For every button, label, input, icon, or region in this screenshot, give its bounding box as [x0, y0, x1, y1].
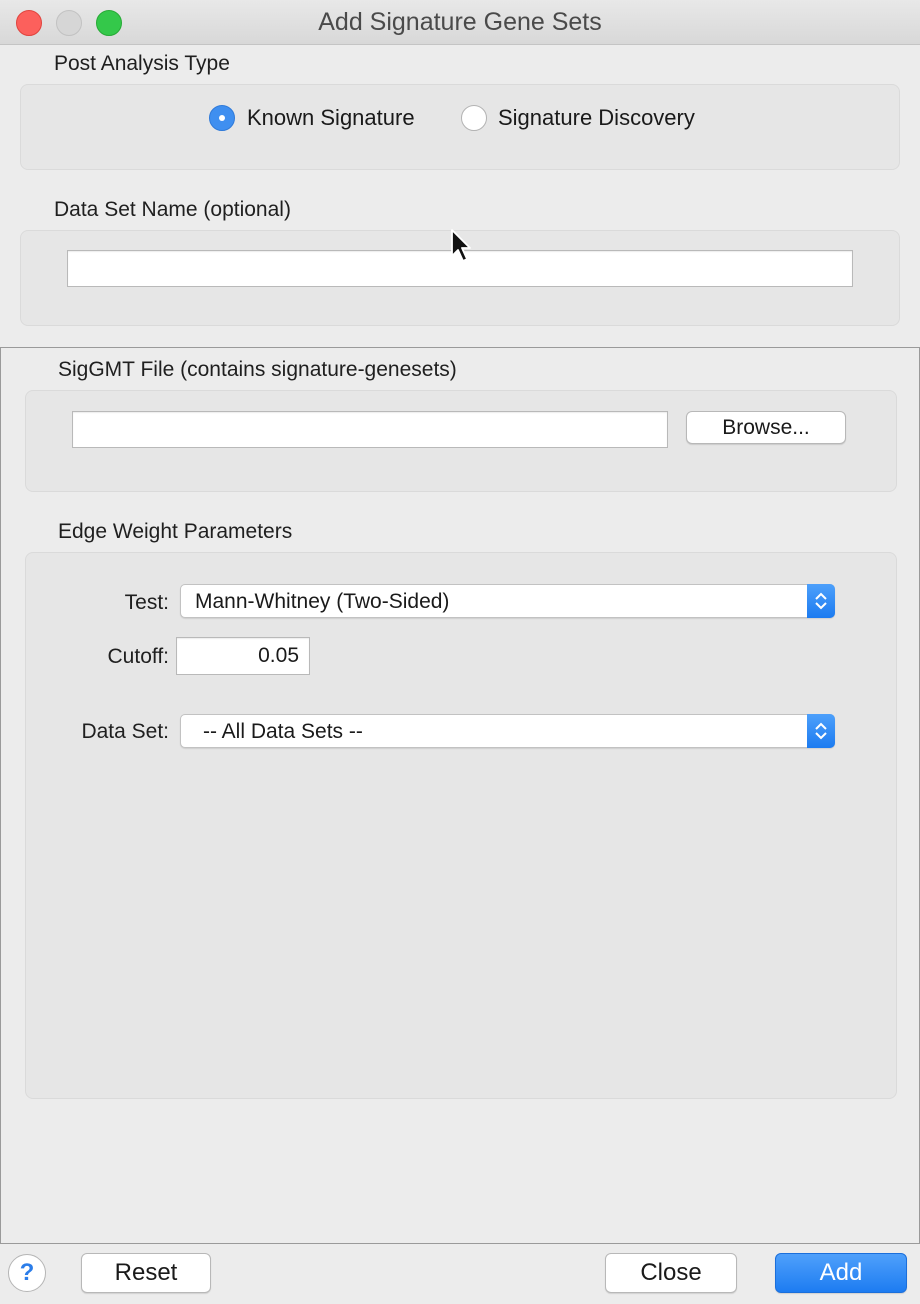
signature-discovery-label[interactable]: Signature Discovery [498, 105, 695, 131]
siggmt-group: Browse... [25, 390, 897, 492]
window-title: Add Signature Gene Sets [318, 8, 602, 36]
dataset-name-heading: Data Set Name (optional) [54, 198, 291, 221]
dataset-select-stepper[interactable] [807, 714, 835, 748]
browse-button[interactable]: Browse... [686, 411, 846, 444]
siggmt-file-input[interactable] [72, 411, 668, 448]
chevron-up-down-icon [815, 722, 827, 740]
known-signature-label[interactable]: Known Signature [247, 105, 415, 131]
chevron-up-down-icon [815, 592, 827, 610]
title-bar: Add Signature Gene Sets [0, 0, 920, 45]
test-select-value: Mann-Whitney (Two-Sided) [195, 590, 450, 613]
siggmt-heading: SigGMT File (contains signature-genesets… [58, 358, 457, 381]
post-analysis-heading: Post Analysis Type [54, 52, 230, 75]
test-select-stepper[interactable] [807, 584, 835, 618]
close-button[interactable]: Close [605, 1253, 737, 1293]
cutoff-label: Cutoff: [107, 645, 169, 668]
edge-weight-heading: Edge Weight Parameters [58, 520, 293, 543]
reset-button[interactable]: Reset [81, 1253, 211, 1293]
siggmt-panel: SigGMT File (contains signature-genesets… [0, 347, 920, 1244]
add-button[interactable]: Add [775, 1253, 907, 1293]
signature-discovery-radio[interactable] [461, 105, 487, 131]
test-select[interactable]: Mann-Whitney (Two-Sided) [180, 584, 835, 618]
mouse-cursor-icon [451, 229, 471, 262]
help-button[interactable]: ? [8, 1254, 46, 1292]
test-label: Test: [124, 591, 169, 614]
post-analysis-group: Known Signature Signature Discovery [20, 84, 900, 170]
dataset-label: Data Set: [81, 720, 169, 743]
dataset-select-value: -- All Data Sets -- [203, 720, 363, 743]
edge-weight-group: Test: Mann-Whitney (Two-Sided) Cutoff: 0… [25, 552, 897, 1099]
cutoff-input[interactable]: 0.05 [176, 637, 310, 675]
known-signature-radio[interactable] [209, 105, 235, 131]
dataset-select[interactable]: -- All Data Sets -- [180, 714, 835, 748]
